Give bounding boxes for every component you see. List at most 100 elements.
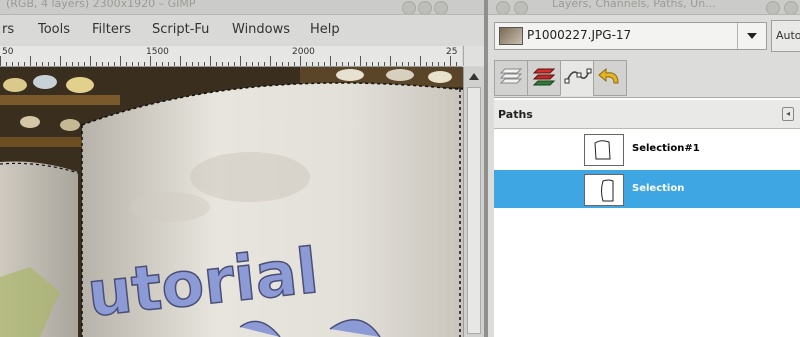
ruler-tick [162,62,163,66]
minimize-icon[interactable] [766,1,780,14]
ruler-tick [96,62,97,66]
list-item-selected[interactable]: Selection [494,170,800,208]
path-preview-icon [601,179,614,202]
ruler-tick [114,62,115,66]
ruler-tick [378,62,379,66]
canvas-image: utorial [0,67,463,337]
panel-menu-icon[interactable]: ◂ [782,107,794,121]
ruler-tick [354,62,355,66]
ruler-label: 25 [446,47,458,57]
ruler-tick [288,62,289,66]
ruler-tick [36,62,37,66]
menu-item-help[interactable]: Help [310,22,340,37]
ruler-tick [324,62,325,66]
ruler-tick [234,62,235,66]
ruler-tick [90,56,91,66]
ruler-tick [414,62,415,66]
image-window-title: (RGB, 4 layers) 2300x1920 – GIMP [6,0,196,10]
menu-item-tools[interactable]: Tools [38,22,70,37]
ruler-tick [198,62,199,66]
ruler-tick [420,56,421,66]
ruler-tick [6,62,7,66]
tab-paths[interactable] [560,60,594,96]
ruler-tick [432,62,433,66]
ruler-tick [258,62,259,66]
ruler-tick [366,62,367,66]
ruler-tick [270,56,271,66]
ruler-tick [384,62,385,66]
scroll-up-arrow-icon[interactable] [469,73,479,80]
tab-undo-history[interactable] [593,60,627,96]
minimize-icon[interactable] [402,1,416,14]
ruler-tick [0,56,1,66]
ruler-tick [108,62,109,66]
ruler-tick [204,62,205,66]
window-menu-icon[interactable] [514,1,528,14]
ruler-tick [300,56,301,66]
horizontal-ruler[interactable]: 50 1500 2000 25 [0,46,462,67]
dock-title: Layers, Channels, Paths, Un... [552,0,716,10]
ruler-tick [174,62,175,66]
ruler-tick [246,62,247,66]
list-item[interactable]: Selection#1 [494,130,800,168]
dock-window: Layers, Channels, Paths, Un... P1000227.… [488,0,800,337]
ruler-tick [390,56,391,66]
menu-item-filters[interactable]: Filters [92,22,131,37]
auto-button[interactable]: Auto [771,20,800,52]
ruler-tick [276,62,277,66]
window-menu-icon[interactable] [496,1,510,14]
ruler-tick [408,62,409,66]
ruler-tick [252,62,253,66]
ruler-tick [60,56,61,66]
ruler-tick [180,56,181,66]
ruler-tick [396,62,397,66]
close-icon[interactable] [434,1,448,14]
close-icon[interactable] [784,1,798,14]
menu-item-image[interactable]: rs [2,22,14,37]
image-selector[interactable]: P1000227.JPG-17 [494,22,767,50]
vertical-scrollbar[interactable] [463,67,484,337]
path-thumbnail [584,174,624,206]
image-thumbnail [499,27,523,45]
ruler-tick [264,62,265,66]
ruler-tick [240,56,241,66]
zoom-corner-icon[interactable] [463,46,484,66]
image-selector-value: P1000227.JPG-17 [527,28,632,42]
ruler-tick [282,62,283,66]
channels-icon [532,68,556,86]
ruler-tick [426,62,427,66]
scrollbar-thumb[interactable] [467,87,481,334]
ruler-tick [438,62,439,66]
maximize-icon[interactable] [418,1,432,14]
ruler-tick [450,56,451,66]
tab-channels[interactable] [527,60,561,96]
ruler-tick [342,62,343,66]
ruler-tick [318,62,319,66]
ruler-tick [216,62,217,66]
ruler-tick [24,62,25,66]
ruler-tick [138,62,139,66]
path-label: Selection [632,183,685,194]
path-preview-icon [594,140,611,160]
ruler-tick [156,62,157,66]
ruler-tick [330,56,331,66]
ruler-label: 50 [2,47,14,57]
ruler-tick [132,62,133,66]
ruler-tick [444,62,445,66]
ruler-tick [78,62,79,66]
undo-history-icon [598,67,619,84]
path-thumbnail [584,134,624,166]
ruler-tick [54,62,55,66]
ruler-tick [12,62,13,66]
menu-item-windows[interactable]: Windows [232,22,290,37]
dropdown-arrow[interactable] [737,23,766,49]
menu-item-script-fu[interactable]: Script-Fu [152,22,209,37]
ruler-tick [402,62,403,66]
image-canvas[interactable]: utorial [0,67,463,337]
ruler-tick [348,62,349,66]
ruler-tick [210,56,211,66]
ruler-tick [48,62,49,66]
ruler-tick [372,62,373,66]
paths-icon [564,68,592,84]
tab-layers[interactable] [494,60,528,96]
